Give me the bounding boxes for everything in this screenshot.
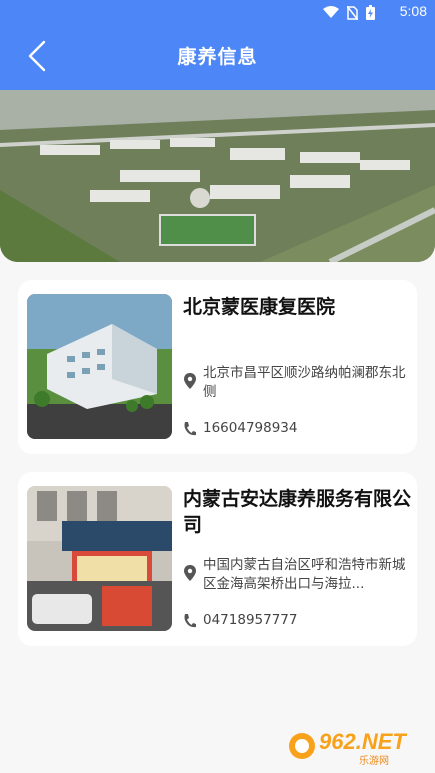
- facility-phone[interactable]: 04718957777: [203, 612, 297, 628]
- no-sim-icon: [347, 5, 358, 20]
- facility-address: 北京市昌平区顺沙路纳帕澜郡东北侧: [203, 365, 406, 400]
- watermark-subtitle: 乐游网: [359, 756, 389, 767]
- status-bar: 5:08: [0, 0, 435, 24]
- wifi-icon: [323, 6, 339, 18]
- status-time: 5:08: [399, 3, 427, 19]
- phone-icon: [184, 614, 196, 628]
- battery-charging-icon: [366, 5, 375, 20]
- site-watermark: 962.NET 乐游网: [287, 727, 427, 767]
- page-title: 康养信息: [177, 46, 258, 68]
- facility-phone[interactable]: 16604798934: [203, 420, 297, 436]
- facility-image: [27, 294, 172, 439]
- location-pin-icon: [184, 565, 196, 581]
- facility-name: 内蒙古安达康养服务有限公司: [183, 488, 412, 536]
- facility-card[interactable]: 内蒙古安达康养服务有限公司 中国内蒙古自治区呼和浩特市新城区金海高架桥出口与海拉…: [18, 472, 417, 646]
- facility-name: 北京蒙医康复医院: [183, 296, 336, 318]
- facility-image: [27, 486, 172, 631]
- location-pin-icon: [184, 373, 196, 389]
- banner-image[interactable]: [0, 90, 435, 262]
- watermark-logo-icon: [289, 733, 315, 759]
- app-header: 5:08 康养信息: [0, 0, 435, 90]
- facility-address: 中国内蒙古自治区呼和浩特市新城区金海高架桥出口与海拉...: [203, 557, 406, 592]
- phone-icon: [184, 422, 196, 436]
- facility-card[interactable]: 北京蒙医康复医院 北京市昌平区顺沙路纳帕澜郡东北侧 16604798934: [18, 280, 417, 454]
